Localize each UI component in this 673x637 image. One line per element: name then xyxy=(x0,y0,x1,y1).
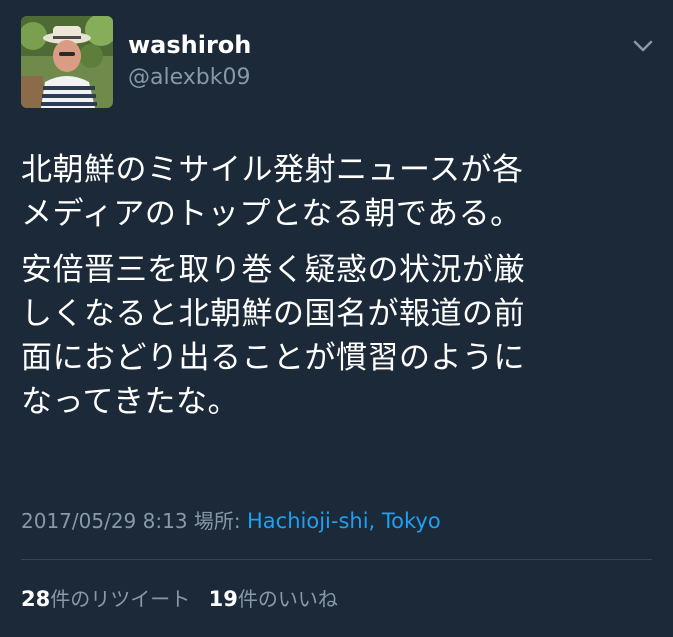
retweets-count: 28 xyxy=(21,587,51,611)
tweet-card: washiroh @alexbk09 北朝鮮のミサイル発射ニュースが各 メディア… xyxy=(0,0,673,637)
display-name[interactable]: washiroh xyxy=(128,30,251,60)
location-label: 場所: xyxy=(193,509,241,533)
likes-label: 件のいいね xyxy=(237,587,338,611)
avatar-image xyxy=(21,16,113,108)
tweet-paragraph: 安倍晋三を取り巻く疑惑の状況が厳 しくなると北朝鮮の国名が報道の前 面におどり出… xyxy=(21,252,525,420)
tweet-meta: 2017/05/29 8:13 場所: Hachioji-shi, Tokyo xyxy=(21,508,441,534)
timestamp[interactable]: 2017/05/29 8:13 xyxy=(21,509,188,533)
retweets-stat[interactable]: 28件のリツイート xyxy=(21,586,190,612)
user-handle[interactable]: @alexbk09 xyxy=(128,64,250,92)
likes-stat[interactable]: 19件のいいね xyxy=(209,586,338,612)
engagement-stats: 28件のリツイート 19件のいいね xyxy=(21,586,350,612)
tweet-paragraph: 北朝鮮のミサイル発射ニュースが各 メディアのトップとなる朝である。 xyxy=(21,152,524,232)
tweet-text: 北朝鮮のミサイル発射ニュースが各 メディアのトップとなる朝である。 安倍晋三を取… xyxy=(21,148,651,436)
divider xyxy=(21,559,652,560)
retweets-label: 件のリツイート xyxy=(50,587,191,611)
avatar[interactable] xyxy=(21,16,113,108)
location-link[interactable]: Hachioji-shi, Tokyo xyxy=(247,509,441,533)
likes-count: 19 xyxy=(208,587,238,611)
chevron-down-icon[interactable] xyxy=(631,36,655,56)
